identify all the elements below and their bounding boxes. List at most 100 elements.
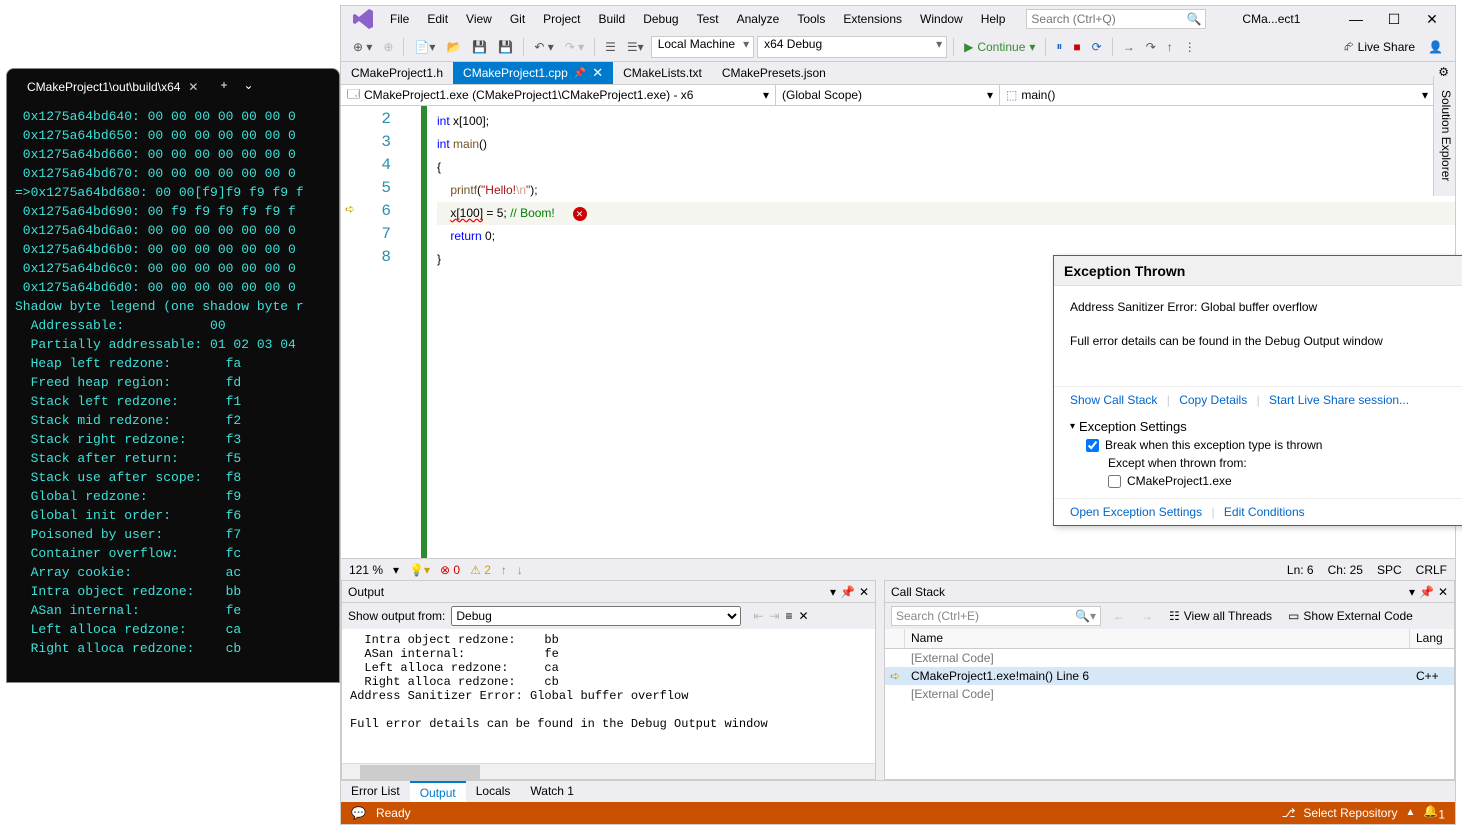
dropdown-icon[interactable]: ▾ xyxy=(830,585,836,599)
save-all-icon[interactable]: 💾 xyxy=(494,38,517,56)
callstack-search[interactable]: Search (Ctrl+E) 🔍▾ xyxy=(891,606,1101,626)
terminal-tab[interactable]: CMakeProject1\out\build\x64 ✕ xyxy=(15,73,210,101)
panel-tab-watch-1[interactable]: Watch 1 xyxy=(520,781,584,802)
step-icon[interactable]: ⋮ xyxy=(1180,38,1200,56)
show-external-button[interactable]: ▭ Show External Code xyxy=(1284,607,1417,625)
menu-build[interactable]: Build xyxy=(590,9,635,29)
minimize-button[interactable]: — xyxy=(1337,8,1375,30)
maximize-button[interactable]: ☐ xyxy=(1375,8,1413,30)
menu-view[interactable]: View xyxy=(457,9,501,29)
eol-indicator[interactable]: CRLF xyxy=(1416,563,1447,577)
function-dropdown[interactable]: ⬚main()▾ xyxy=(1000,85,1435,105)
pin-icon[interactable]: 📌 xyxy=(1419,585,1434,599)
error-icon[interactable] xyxy=(573,207,587,221)
config-selector[interactable]: x64 Debug xyxy=(757,36,947,58)
step-over-icon[interactable]: ↷ xyxy=(1142,38,1160,56)
new-item-icon[interactable]: 📄▾ xyxy=(410,38,439,56)
nav-back-icon[interactable]: ← xyxy=(1109,607,1129,625)
nav-back-icon[interactable]: ⊕ ▾ xyxy=(349,38,376,56)
zoom-dropdown-icon[interactable]: ▾ xyxy=(393,563,399,577)
pause-icon[interactable]: ⏸ xyxy=(1052,37,1066,56)
menu-analyze[interactable]: Analyze xyxy=(728,9,789,29)
edit-conditions-link[interactable]: Edit Conditions xyxy=(1224,505,1305,519)
close-button[interactable]: ✕ xyxy=(1413,8,1451,30)
target-selector[interactable]: Local Machine xyxy=(651,36,754,58)
next-issue-icon[interactable]: ↓ xyxy=(517,563,523,577)
indent-indicator[interactable]: SPC xyxy=(1377,563,1402,577)
break-checkbox[interactable] xyxy=(1086,439,1099,452)
new-tab-button[interactable]: + xyxy=(210,78,237,92)
repo-dropdown-icon[interactable]: ▲ xyxy=(1405,807,1415,818)
repo-selector[interactable]: Select Repository xyxy=(1303,806,1397,820)
output-text[interactable]: Intra object redzone: bb ASan internal: … xyxy=(342,629,875,763)
view-threads-button[interactable]: ☷ View all Threads xyxy=(1165,607,1276,625)
admin-icon[interactable]: 👤 xyxy=(1424,38,1447,56)
continue-button[interactable]: Continue ▾ xyxy=(960,38,1039,56)
notification-icon[interactable]: 🔔1 xyxy=(1423,804,1445,821)
panel-tab-output[interactable]: Output xyxy=(410,781,466,802)
redo-icon[interactable]: ↷ ▾ xyxy=(561,38,588,56)
exception-settings-header[interactable]: Exception Settings xyxy=(1070,419,1462,434)
show-callstack-link[interactable]: Show Call Stack xyxy=(1070,393,1157,407)
step-out-icon[interactable]: ↑ xyxy=(1163,38,1177,56)
prev-issue-icon[interactable]: ↑ xyxy=(501,563,507,577)
menu-help[interactable]: Help xyxy=(972,9,1015,29)
solution-name[interactable]: CMa...ect1 xyxy=(1236,10,1306,28)
menu-git[interactable]: Git xyxy=(501,9,534,29)
open-exception-settings-link[interactable]: Open Exception Settings xyxy=(1070,505,1202,519)
nav-fwd-icon[interactable]: → xyxy=(1137,607,1157,625)
scope-dropdown[interactable]: (Global Scope)▾ xyxy=(776,85,1000,105)
nav-fwd-icon[interactable]: ⊕ xyxy=(379,38,397,56)
outdent-icon[interactable]: ⇥ xyxy=(769,609,779,623)
project-dropdown[interactable]: 🗔CMakeProject1.exe (CMakeProject1\CMakeP… xyxy=(341,85,776,105)
step-into-icon[interactable]: → xyxy=(1119,38,1139,56)
config-icon[interactable]: ☰▾ xyxy=(623,38,648,56)
dropdown-icon[interactable]: ▾ xyxy=(1409,585,1415,599)
close-icon[interactable]: ✕ xyxy=(592,65,603,81)
panel-tab-error-list[interactable]: Error List xyxy=(341,781,410,802)
panel-tab-locals[interactable]: Locals xyxy=(466,781,521,802)
live-share-button[interactable]: ⮳ Live Share xyxy=(1338,37,1421,56)
tab-cmakelists-txt[interactable]: CMakeLists.txt xyxy=(613,62,712,84)
tab-dropdown-icon[interactable]: ⌄ xyxy=(238,78,260,92)
menu-debug[interactable]: Debug xyxy=(634,9,687,29)
tab-cmakeproject1-cpp[interactable]: CMakeProject1.cpp 📌 ✕ xyxy=(453,62,613,84)
warning-count[interactable]: 2 xyxy=(470,563,491,577)
callstack-row[interactable]: [External Code] xyxy=(885,685,1454,703)
copy-details-link[interactable]: Copy Details xyxy=(1179,393,1247,407)
liveshare-link[interactable]: Start Live Share session... xyxy=(1269,393,1409,407)
menu-file[interactable]: File xyxy=(381,9,418,29)
close-icon[interactable]: ✕ xyxy=(188,80,198,94)
build-icon[interactable]: ☰ xyxy=(601,38,620,56)
error-count[interactable]: 0 xyxy=(440,563,460,577)
clear-icon[interactable]: ✕ xyxy=(799,609,809,623)
output-source-select[interactable]: Debug xyxy=(451,606,741,626)
lightbulb-icon[interactable]: 💡▾ xyxy=(409,563,430,577)
output-scrollbar[interactable] xyxy=(342,763,875,779)
tab-cmakeproject1-h[interactable]: CMakeProject1.h xyxy=(341,62,453,84)
menu-project[interactable]: Project xyxy=(534,9,589,29)
undo-icon[interactable]: ↶ ▾ xyxy=(530,38,557,56)
pin-icon[interactable]: 📌 xyxy=(840,585,855,599)
except-target-checkbox[interactable] xyxy=(1108,475,1121,488)
pin-icon[interactable]: 📌 xyxy=(574,68,586,79)
menu-test[interactable]: Test xyxy=(688,9,728,29)
close-icon[interactable]: ✕ xyxy=(1438,585,1448,599)
open-icon[interactable]: 📂 xyxy=(442,38,465,56)
close-icon[interactable]: ✕ xyxy=(859,585,869,599)
tab-cmakepresets-json[interactable]: CMakePresets.json xyxy=(712,62,836,84)
menu-extensions[interactable]: Extensions xyxy=(834,9,911,29)
callstack-row[interactable]: [External Code] xyxy=(885,649,1454,667)
indent-icon[interactable]: ⇤ xyxy=(753,609,763,623)
save-icon[interactable]: 💾 xyxy=(468,38,491,56)
wrap-icon[interactable]: ≡ xyxy=(786,609,793,623)
search-box[interactable]: Search (Ctrl+Q) 🔍 xyxy=(1026,9,1206,29)
callstack-row[interactable]: ➪CMakeProject1.exe!main() Line 6C++ xyxy=(885,667,1454,685)
menu-edit[interactable]: Edit xyxy=(418,9,457,29)
menu-window[interactable]: Window xyxy=(911,9,972,29)
stop-icon[interactable]: ■ xyxy=(1069,38,1084,56)
solution-explorer-collapsed[interactable]: Solution Explorer xyxy=(1433,76,1455,196)
zoom-level[interactable]: 121 % xyxy=(349,563,383,577)
restart-icon[interactable]: ⟳ xyxy=(1088,38,1106,56)
menu-tools[interactable]: Tools xyxy=(788,9,834,29)
